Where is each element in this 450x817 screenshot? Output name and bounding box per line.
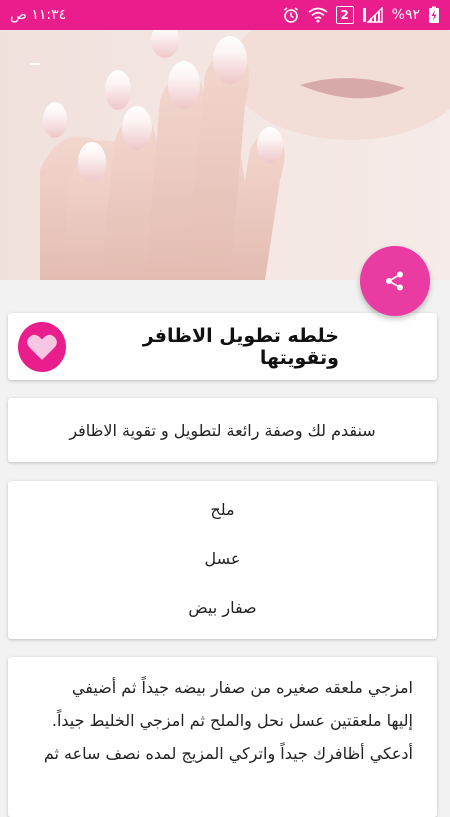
intro-text: سنقدم لك وصفة رائعة لتطويل و تقوية الاظا…	[69, 420, 376, 440]
signal-icon	[362, 7, 384, 23]
battery-percent: %٩٢	[391, 7, 420, 23]
alarm-icon	[282, 6, 300, 24]
step-line: أدعكي أظافرك جيداً واتركي المزيج لمده نص…	[43, 744, 413, 763]
status-right: 2 %٩٢	[282, 6, 440, 24]
status-bar: ١١:٣٤ ص 2 %٩٢	[0, 0, 450, 30]
wifi-icon	[308, 7, 328, 23]
ingredients-card: ملح عسل صفار بيض	[8, 481, 437, 639]
sim-2-icon: 2	[335, 6, 354, 24]
battery-charging-icon	[428, 6, 440, 24]
clock: ١١:٣٤ ص	[10, 7, 67, 23]
title-card: خلطه تطويل الاظافر وتقويتها	[8, 313, 437, 380]
recipe-title: خلطه تطويل الاظافر وتقويتها	[142, 324, 339, 369]
ingredient-item: صفار بيض	[188, 598, 257, 617]
ingredient-item: ملح	[210, 500, 235, 519]
heart-icon	[27, 334, 58, 360]
step-line: امزجي ملعقه صغيره من صفار بيضه جيداً ثم …	[71, 678, 413, 697]
favorite-button[interactable]	[18, 321, 67, 372]
intro-card: سنقدم لك وصفة رائعة لتطويل و تقوية الاظا…	[8, 398, 437, 462]
steps-card: امزجي ملعقه صغيره من صفار بيضه جيداً ثم …	[8, 657, 437, 817]
share-button[interactable]	[360, 246, 430, 316]
status-left: ١١:٣٤ ص	[10, 7, 66, 23]
hero-image	[0, 30, 450, 280]
step-line: إليها ملعقتين عسل نحل والملح ثم امزجي ال…	[51, 711, 413, 730]
ingredient-item: عسل	[204, 549, 241, 568]
share-icon	[386, 271, 403, 291]
